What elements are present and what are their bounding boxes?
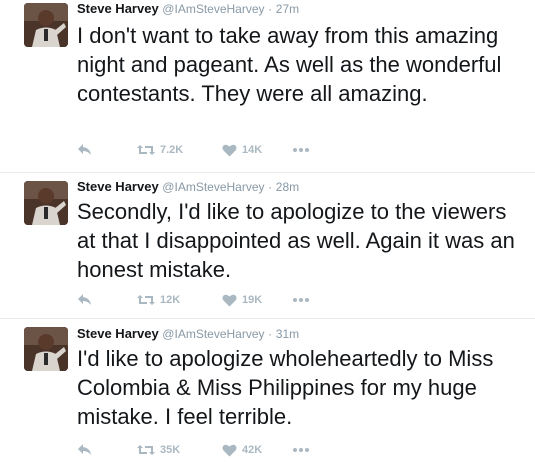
tweet[interactable]: Steve Harvey @IAmSteveHarvey · 27m I don… xyxy=(0,0,535,172)
like-count: 42K xyxy=(242,444,263,456)
tweet[interactable]: Steve Harvey @IAmSteveHarvey · 31m I'd l… xyxy=(0,318,535,462)
retweet-count: 12K xyxy=(160,294,181,306)
author-name[interactable]: Steve Harvey xyxy=(77,1,159,16)
retweet-button[interactable]: 12K xyxy=(137,290,180,310)
like-button[interactable]: 42K xyxy=(222,440,262,460)
avatar[interactable] xyxy=(24,3,68,47)
reply-icon xyxy=(77,293,93,307)
timestamp[interactable]: 31m xyxy=(276,327,299,341)
more-button[interactable] xyxy=(292,290,310,310)
tweet-header: Steve Harvey @IAmSteveHarvey · 31m xyxy=(77,325,299,343)
heart-icon xyxy=(222,144,237,157)
tweet-text: Secondly, I'd like to apologize to the v… xyxy=(77,199,515,282)
author-handle[interactable]: @IAmSteveHarvey xyxy=(162,327,264,341)
retweet-icon xyxy=(137,143,155,157)
author-name[interactable]: Steve Harvey xyxy=(77,326,159,341)
like-count: 19K xyxy=(242,294,263,306)
more-button[interactable] xyxy=(292,440,310,460)
tweet-text: I don't want to take away from this amaz… xyxy=(77,23,502,106)
reply-button[interactable] xyxy=(77,140,93,160)
like-button[interactable]: 14K xyxy=(222,140,262,160)
avatar[interactable] xyxy=(24,181,68,225)
more-icon xyxy=(292,147,310,153)
tweet-header: Steve Harvey @IAmSteveHarvey · 28m xyxy=(77,178,299,196)
timestamp[interactable]: 27m xyxy=(276,2,299,16)
tweet-text: I'd like to apologize wholeheartedly to … xyxy=(77,346,494,429)
author-handle[interactable]: @IAmSteveHarvey xyxy=(162,2,264,16)
author-name[interactable]: Steve Harvey xyxy=(77,179,159,194)
reply-button[interactable] xyxy=(77,440,93,460)
separator-dot: · xyxy=(268,327,273,341)
tweet-timeline: Steve Harvey @IAmSteveHarvey · 27m I don… xyxy=(0,0,535,462)
retweet-button[interactable]: 7.2K xyxy=(137,140,183,160)
more-icon xyxy=(292,447,310,453)
reply-button[interactable] xyxy=(77,290,93,310)
reply-icon xyxy=(77,443,93,457)
reply-icon xyxy=(77,143,93,157)
separator-dot: · xyxy=(268,2,273,16)
tweet-header: Steve Harvey @IAmSteveHarvey · 27m xyxy=(77,0,299,18)
heart-icon xyxy=(222,294,237,307)
author-handle[interactable]: @IAmSteveHarvey xyxy=(162,180,264,194)
heart-icon xyxy=(222,444,237,457)
timestamp[interactable]: 28m xyxy=(276,180,299,194)
avatar[interactable] xyxy=(24,327,68,371)
retweet-icon xyxy=(137,443,155,457)
retweet-button[interactable]: 35K xyxy=(137,440,180,460)
more-button[interactable] xyxy=(292,140,310,160)
tweet[interactable]: Steve Harvey @IAmSteveHarvey · 28m Secon… xyxy=(0,172,535,318)
like-button[interactable]: 19K xyxy=(222,290,262,310)
separator-dot: · xyxy=(268,180,273,194)
retweet-count: 7.2K xyxy=(160,144,184,156)
retweet-icon xyxy=(137,293,155,307)
more-icon xyxy=(292,297,310,303)
like-count: 14K xyxy=(242,144,263,156)
retweet-count: 35K xyxy=(160,444,181,456)
